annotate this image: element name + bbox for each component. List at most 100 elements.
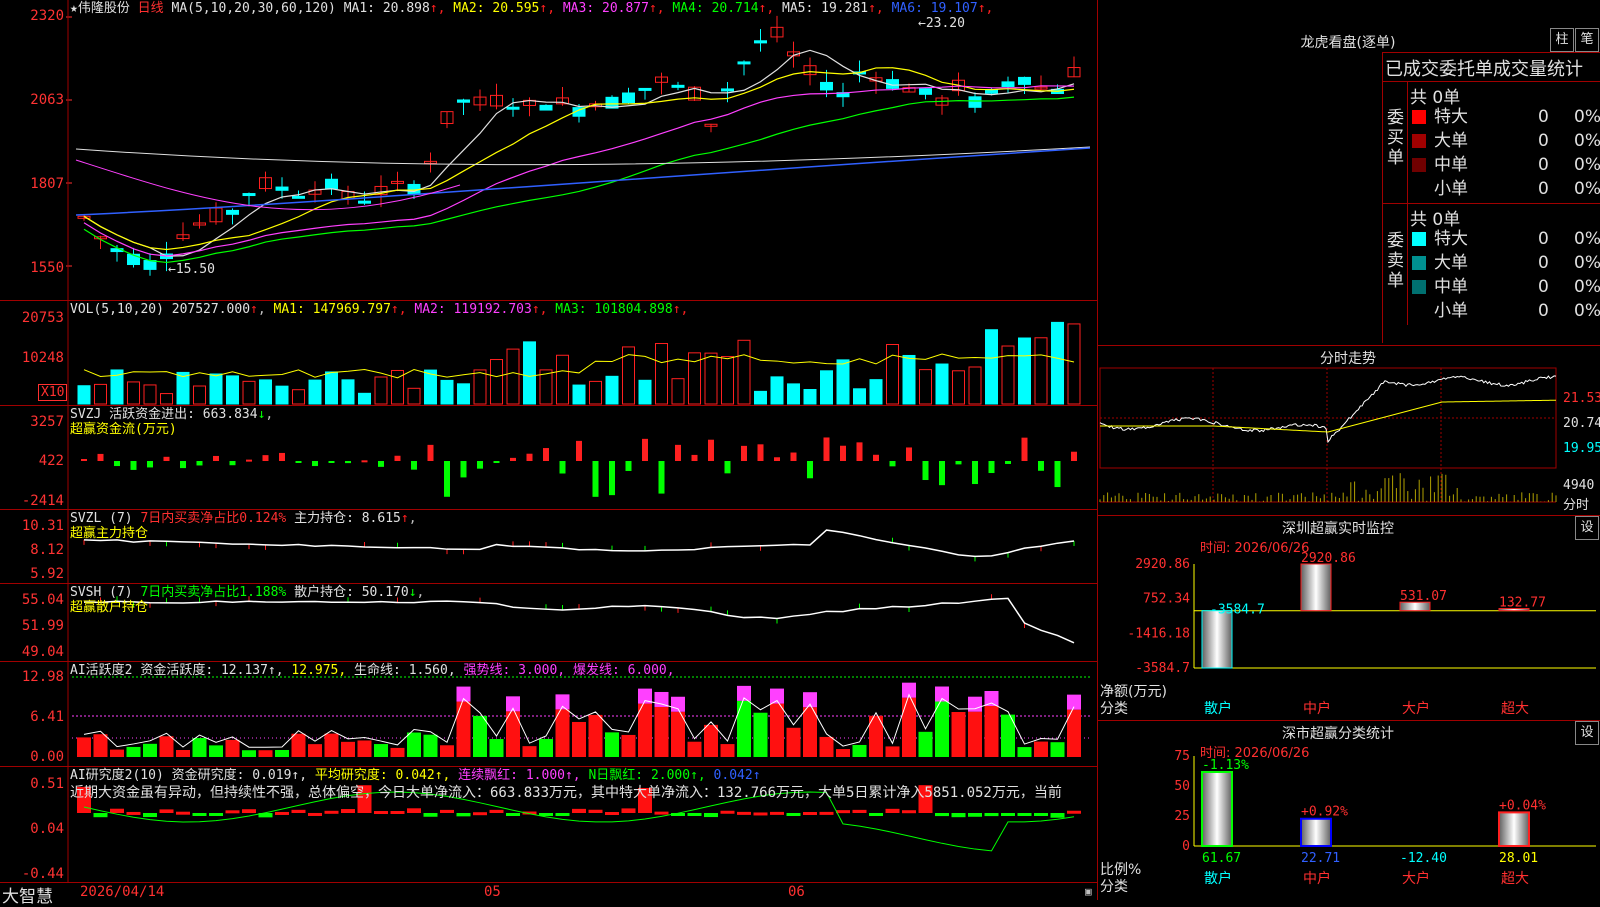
volume-bar bbox=[490, 359, 503, 405]
research-bar bbox=[770, 811, 784, 815]
candle bbox=[143, 260, 157, 270]
sz-stats-xlabel: 分类 bbox=[1100, 879, 1128, 895]
svzj-title: SVZJ bbox=[70, 407, 102, 422]
order-pct: 0% bbox=[1574, 155, 1600, 175]
volume-bar bbox=[919, 369, 932, 405]
volume-bar bbox=[143, 384, 157, 405]
svsh-panel[interactable]: SVSH (7) 7日内买卖净占比1.188% 散户持仓: 50.170↓, 超… bbox=[0, 583, 1097, 662]
ma-value: MA3: 20.877 bbox=[555, 1, 649, 16]
flow-bar bbox=[1038, 461, 1044, 471]
ratio-value: 22.71 bbox=[1301, 851, 1340, 866]
activity-bar bbox=[968, 711, 982, 757]
svzl-panel[interactable]: SVZL (7) 7日内买卖净占比0.124% 主力持仓: 8.615↑, 超赢… bbox=[0, 509, 1097, 584]
category-label: 超大 bbox=[1501, 871, 1529, 887]
ma-arrow: ↑, bbox=[977, 1, 994, 16]
ai2-comment: 近期大资金虽有异动，但持续性不强，总体偏空，今日大单净流入：663.833万元，… bbox=[70, 785, 1062, 801]
buy-row: 特大 0 0% bbox=[1408, 105, 1600, 129]
candle bbox=[721, 88, 734, 92]
bar-view-button[interactable]: 柱 bbox=[1550, 28, 1574, 52]
flow-bar bbox=[708, 439, 714, 461]
ma-value: MA5: 19.281 bbox=[774, 1, 869, 16]
research-bar bbox=[456, 813, 471, 817]
activity-bar bbox=[984, 706, 999, 757]
lock-icon[interactable]: ▣ bbox=[1085, 885, 1092, 898]
candle bbox=[457, 99, 470, 103]
price-tick: 1807 bbox=[30, 176, 64, 192]
kline-chart-area[interactable]: ★伟隆股份 日线 MA(5,10,20,30,60,120) MA1: 20.8… bbox=[0, 0, 1098, 907]
volume-panel[interactable]: VOL(5,10,20) 207527.000 ↑, MA1: 147969.79… bbox=[0, 300, 1097, 406]
flow-bar bbox=[81, 459, 87, 462]
order-size-name: 特大 bbox=[1434, 229, 1468, 249]
ai1-item: 强势线: 3.000, bbox=[455, 663, 566, 678]
candle bbox=[638, 87, 652, 91]
ma-line bbox=[83, 49, 1075, 257]
volume-bar bbox=[803, 389, 817, 405]
svzl-pct: 7日内买卖净占比0.124% bbox=[140, 511, 287, 526]
volume-bar bbox=[853, 388, 866, 405]
activity-peak bbox=[654, 691, 669, 707]
category-label: 中户 bbox=[1303, 870, 1331, 887]
sz-monitor-panel[interactable]: 深圳超赢实时监控 设 时间: 2026/06/26 2920.86 752.34-… bbox=[1098, 515, 1600, 721]
flow-bar bbox=[130, 461, 137, 470]
color-swatch bbox=[1412, 158, 1426, 172]
activity-bar bbox=[93, 734, 108, 757]
flow-bar bbox=[444, 461, 450, 497]
category-label: 中户 bbox=[1303, 700, 1331, 717]
sz-monitor-tick: 752.34 bbox=[1143, 592, 1190, 607]
flow-bar bbox=[1021, 437, 1028, 461]
sz-stats-tick: 25 bbox=[1174, 809, 1190, 824]
vol-ma-arrow: ↑, bbox=[531, 302, 548, 317]
ai2-tick: 0.51 bbox=[30, 776, 64, 792]
flow-bar bbox=[939, 461, 945, 486]
research-bar bbox=[489, 809, 504, 813]
volume-bar bbox=[787, 383, 800, 405]
tick-view-button[interactable]: 笔 bbox=[1575, 28, 1599, 52]
period-label[interactable]: 日线 bbox=[138, 1, 164, 16]
svzl-arrow: ↑ bbox=[400, 511, 409, 526]
flow-bar bbox=[1054, 461, 1061, 488]
sz-monitor-tick: 2920.86 bbox=[1135, 557, 1190, 572]
research-bar bbox=[407, 808, 421, 813]
flow-bar bbox=[658, 461, 665, 494]
color-swatch bbox=[1412, 256, 1426, 270]
volume-bar bbox=[556, 354, 569, 405]
flow-bar bbox=[114, 461, 120, 467]
vol-ma-values: MA1: 147969.797↑, MA2: 119192.703↑, MA3:… bbox=[274, 302, 689, 317]
candle bbox=[539, 104, 553, 111]
order-pct: 0% bbox=[1574, 277, 1600, 297]
ma-arrow: ↑, bbox=[758, 1, 775, 16]
ai1-item: 爆发线: 6.000, bbox=[565, 663, 675, 678]
svzj-panel[interactable]: SVZJ 活跃资金进出: 663.834↓, 超赢资金流(万元) 3257 42… bbox=[0, 405, 1097, 510]
activity-bar bbox=[720, 744, 735, 757]
sz-monitor-xlabel: 分类 bbox=[1100, 701, 1128, 717]
activity-bar bbox=[654, 706, 669, 757]
volume-bar bbox=[886, 344, 899, 405]
price-panel[interactable]: ★伟隆股份 日线 MA(5,10,20,30,60,120) MA1: 20.8… bbox=[0, 0, 1097, 300]
flow-bar bbox=[97, 453, 104, 461]
activity-bar bbox=[176, 749, 190, 757]
volume-bar bbox=[754, 390, 767, 405]
ai2-header: AI研究度2(10) 资金研究度: 0.019↑, 平均研究度: 0.042↑,… bbox=[70, 768, 761, 783]
ai2-item: N日飘红: 2.000↑, bbox=[580, 768, 706, 783]
volume-bar bbox=[242, 380, 256, 405]
ai-research-panel[interactable]: AI研究度2(10) 资金研究度: 0.019↑, 平均研究度: 0.042↑,… bbox=[0, 766, 1097, 883]
volume-bar bbox=[671, 378, 685, 405]
research-bar bbox=[341, 809, 355, 813]
intraday-chart[interactable] bbox=[1098, 346, 1600, 516]
ai2-tick: 0.04 bbox=[30, 821, 64, 837]
ai-activity-panel[interactable]: AI活跃度2 资金活跃度: 12.137↑, 12.975, 生命线: 1.56… bbox=[0, 661, 1097, 767]
volume-bar bbox=[770, 376, 784, 405]
volume-bar bbox=[407, 387, 421, 405]
sz-stats-panel[interactable]: 深市超赢分类统计 设 时间: 2026/06/26 75 50 25 0 61.67 -1… bbox=[1098, 720, 1600, 901]
candlestick-chart[interactable] bbox=[0, 0, 1097, 300]
activity-bar bbox=[885, 746, 900, 757]
activity-bar bbox=[753, 712, 768, 757]
flow-bar bbox=[510, 457, 516, 461]
activity-bar bbox=[341, 741, 355, 757]
candle bbox=[671, 84, 685, 88]
vol-title: VOL(5,10,20) bbox=[70, 302, 164, 317]
research-bar bbox=[275, 811, 289, 815]
flow-bar bbox=[279, 452, 285, 461]
intraday-panel[interactable]: 分时走势 21.53 20.74 19.95 4940 分时 bbox=[1098, 345, 1600, 516]
flow-bar bbox=[559, 461, 566, 474]
